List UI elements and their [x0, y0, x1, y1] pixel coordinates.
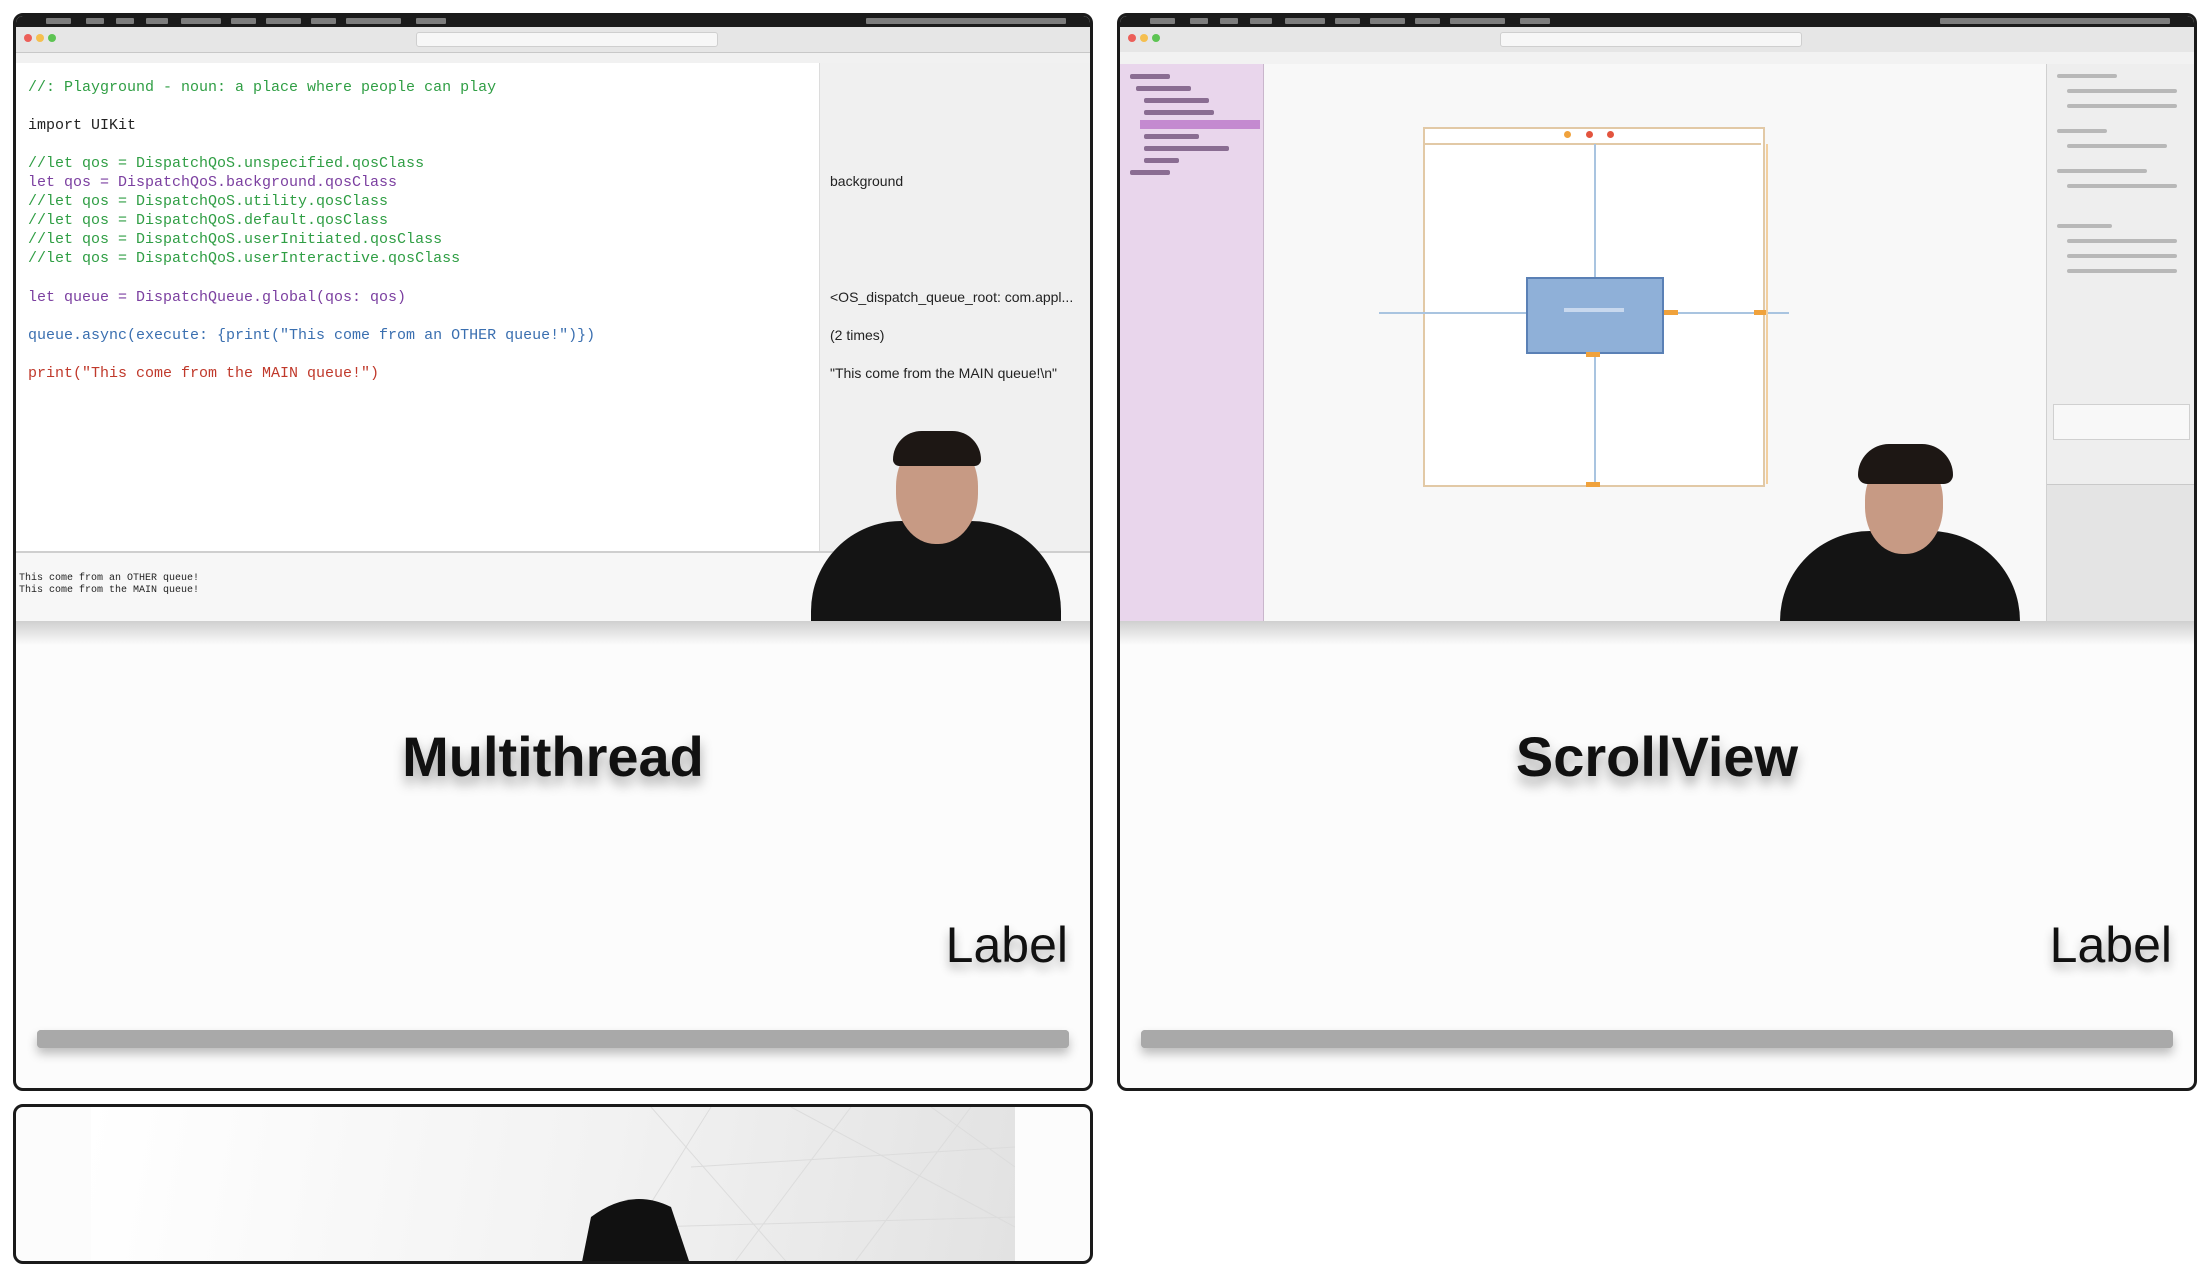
project-navigator	[1120, 64, 1264, 621]
code-line: //: Playground - noun: a place where peo…	[28, 79, 497, 96]
result-line: "This come from the MAIN queue!\n"	[830, 365, 1058, 381]
code-line: //let qos = DispatchQoS.userInteractive.…	[28, 250, 461, 267]
video-thumbnail: //: Playground - noun: a place where peo…	[16, 16, 1090, 621]
code-editor: //: Playground - noun: a place where peo…	[16, 63, 819, 551]
code-line: let qos = DispatchQoS.background.qosClas…	[28, 174, 398, 191]
lesson-card-scrollview[interactable]: ScrollView Label	[1117, 13, 2197, 1091]
progress-bar	[37, 1030, 1069, 1048]
code-line: import UIKit	[28, 117, 137, 134]
console-line: This come from an OTHER queue!	[19, 573, 200, 584]
code-line: queue.async(execute: {print("This come f…	[28, 327, 596, 344]
video-thumbnail	[91, 1107, 1015, 1261]
code-line: let queue = DispatchQueue.global(qos: qo…	[28, 289, 407, 306]
progress-fill	[37, 1030, 1069, 1048]
code-line: //let qos = DispatchQoS.utility.qosClass	[28, 193, 389, 210]
menu-bar	[16, 16, 1090, 27]
card-label: Label	[2049, 917, 2172, 973]
result-line: (2 times)	[830, 327, 885, 343]
card-title: Multithread	[402, 725, 704, 788]
progress-fill	[1141, 1030, 2173, 1048]
window-toolbar	[1120, 27, 2194, 53]
window-toolbar	[16, 27, 1090, 53]
code-line: //let qos = DispatchQoS.userInitiated.qo…	[28, 231, 443, 248]
lesson-card-multithread[interactable]: //: Playground - noun: a place where peo…	[13, 13, 1093, 1091]
attributes-inspector	[2046, 64, 2194, 621]
code-line: print("This come from the MAIN queue!")	[28, 365, 380, 382]
lesson-card-3[interactable]	[13, 1104, 1093, 1264]
presenter-figure	[1780, 436, 2040, 621]
code-line: //let qos = DispatchQoS.unspecified.qosC…	[28, 155, 425, 172]
result-line: background	[830, 173, 904, 189]
menu-bar	[1120, 16, 2194, 27]
card-label: Label	[945, 917, 1068, 973]
console-line: This come from the MAIN queue!	[19, 585, 200, 596]
progress-bar	[1141, 1030, 2173, 1048]
video-thumbnail	[1120, 16, 2194, 621]
result-line: <OS_dispatch_queue_root: com.appl...	[830, 289, 1074, 305]
presenter-figure	[801, 421, 1081, 621]
code-line: //let qos = DispatchQoS.default.qosClass	[28, 212, 389, 229]
card-title: ScrollView	[1515, 725, 1799, 788]
